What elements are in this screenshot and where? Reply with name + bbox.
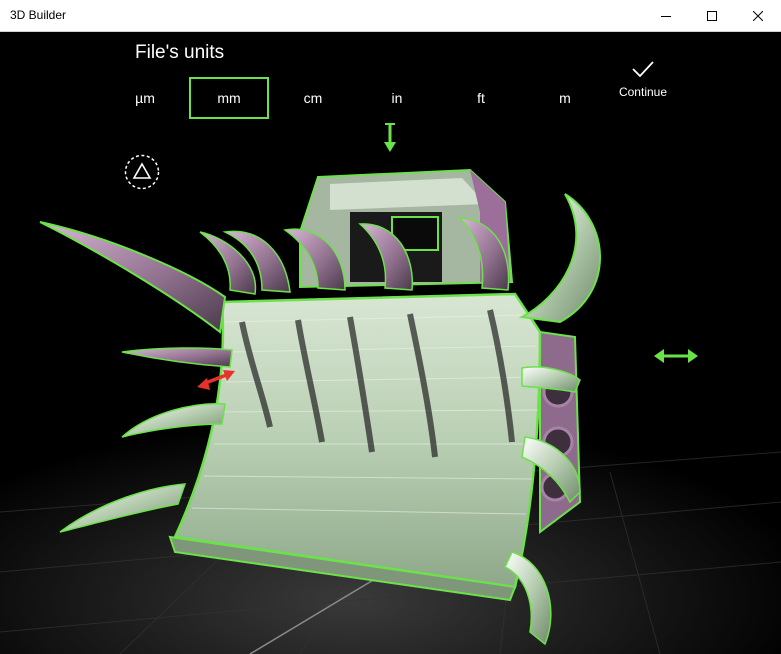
move-vertical-handle[interactable] (381, 122, 399, 159)
arrow-down-icon (384, 123, 396, 152)
unit-option-mm[interactable]: mm (189, 77, 269, 119)
unit-label: ft (477, 90, 485, 106)
unit-label: mm (217, 90, 241, 106)
unit-label: µm (135, 90, 155, 106)
unit-option-um[interactable]: µm (106, 77, 184, 119)
app-window: 3D Builder File's units µm mm cm in ft m… (0, 0, 781, 654)
3d-viewport[interactable]: File's units µm mm cm in ft m Continue (0, 32, 781, 654)
model-blade-body (168, 292, 542, 602)
unit-option-m[interactable]: m (526, 77, 604, 119)
view-cube-icon (124, 154, 160, 190)
minimize-icon (661, 15, 671, 17)
close-icon (753, 10, 763, 21)
checkmark-icon (632, 61, 654, 78)
maximize-button[interactable] (689, 0, 735, 31)
unit-label: m (559, 90, 571, 106)
units-panel-title: File's units (135, 42, 225, 63)
unit-label: cm (303, 90, 323, 106)
unit-option-in[interactable]: in (358, 77, 436, 119)
model-right-horn (518, 193, 601, 324)
rotate-handle-icon (197, 370, 235, 390)
continue-label: Continue (618, 85, 668, 99)
minimize-button[interactable] (643, 0, 689, 31)
move-horizontal-handle[interactable] (652, 346, 700, 371)
close-button[interactable] (735, 0, 781, 31)
rotate-handle[interactable] (195, 366, 237, 397)
unit-option-ft[interactable]: ft (442, 77, 520, 119)
window-title: 3D Builder (10, 8, 67, 22)
arrow-left-right-icon (654, 349, 698, 363)
maximize-icon (707, 10, 717, 21)
unit-label: in (391, 90, 403, 106)
model-right-side (539, 330, 582, 534)
model-left-horn (39, 221, 227, 334)
continue-button[interactable]: Continue (612, 60, 674, 106)
title-bar[interactable]: 3D Builder (0, 0, 781, 32)
unit-option-cm[interactable]: cm (274, 77, 352, 119)
view-cube-button[interactable] (124, 154, 160, 190)
